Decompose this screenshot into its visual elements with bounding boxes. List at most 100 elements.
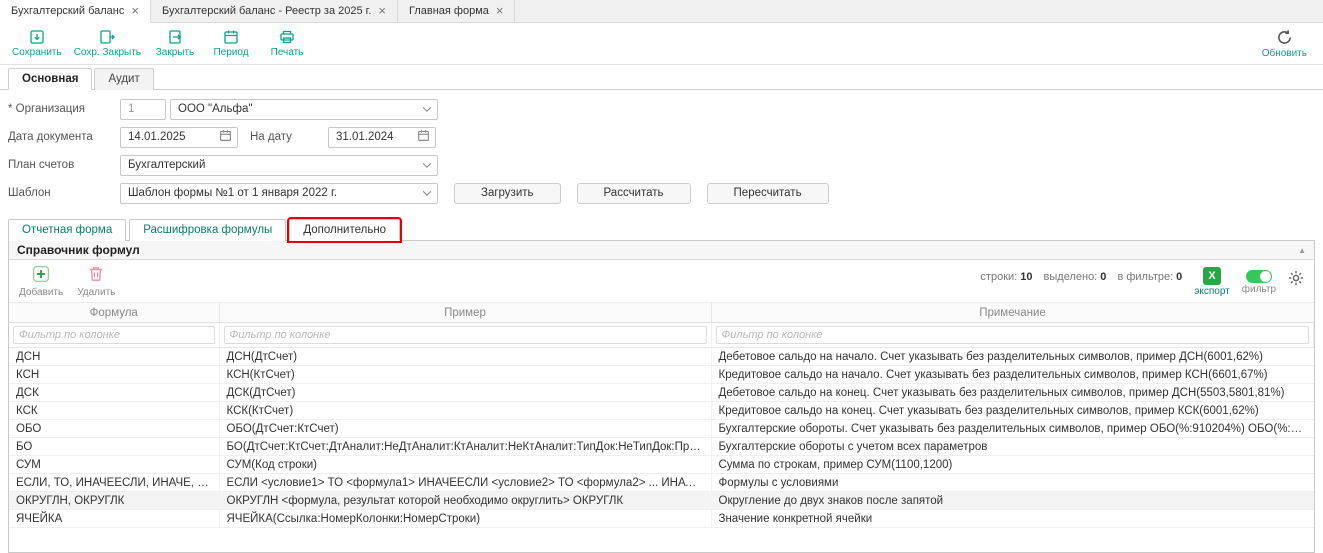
calendar-icon[interactable] xyxy=(219,129,232,145)
filter-row xyxy=(9,323,1314,348)
window-tab-register[interactable]: Бухгалтерский баланс - Реестр за 2025 г. xyxy=(151,0,398,22)
table-cell: Бухгалтерские обороты с учетом всех пара… xyxy=(711,438,1314,456)
table-row[interactable]: ОБООБО(ДтСчет:КтСчет)Бухгалтерские оборо… xyxy=(9,420,1314,438)
table-cell: ДСК(ДтСчет) xyxy=(219,384,711,402)
grid-stats: строки:10 выделено:0 в фильтре:0 xyxy=(980,267,1182,283)
gear-icon[interactable] xyxy=(1288,267,1304,291)
table-cell: ОБО xyxy=(9,420,219,438)
table-cell: ДСН xyxy=(9,348,219,366)
table-row[interactable]: КСККСК(КтСчет)Кредитовое сальдо на конец… xyxy=(9,402,1314,420)
panel-title: Справочник формул xyxy=(17,243,140,257)
table-row[interactable]: ЯЧЕЙКАЯЧЕЙКА(Ссылка:НомерКолонки:НомерСт… xyxy=(9,510,1314,528)
filter-input-note[interactable] xyxy=(716,326,1310,344)
period-button[interactable]: Период xyxy=(203,27,259,60)
column-header-formula[interactable]: Формула xyxy=(9,303,219,323)
chart-of-accounts-select[interactable]: Бухгалтерский xyxy=(120,155,438,176)
organization-code-field[interactable]: 1 xyxy=(120,99,166,120)
load-button[interactable]: Загрузить xyxy=(454,183,561,204)
calendar-icon[interactable] xyxy=(417,129,430,145)
save-icon xyxy=(29,29,45,45)
recalculate-button[interactable]: Пересчитать xyxy=(707,183,829,204)
table-cell: КСН xyxy=(9,366,219,384)
save-close-button[interactable]: Сохр. Закрыть xyxy=(68,27,147,60)
calendar-icon xyxy=(223,29,239,45)
on-date-value: 31.01.2024 xyxy=(336,131,394,143)
column-header-note[interactable]: Примечание xyxy=(711,303,1314,323)
tab-report-form[interactable]: Отчетная форма xyxy=(8,219,126,241)
formula-table-body: ДСНДСН(ДтСчет)Дебетовое сальдо на начало… xyxy=(9,348,1314,528)
table-cell: Дебетовое сальдо на начало. Счет указыва… xyxy=(711,348,1314,366)
tab-formula-decode[interactable]: Расшифровка формулы xyxy=(129,219,286,241)
window-tab-mainform[interactable]: Главная форма xyxy=(398,0,515,22)
chart-of-accounts-value: Бухгалтерский xyxy=(128,159,205,171)
trash-icon xyxy=(87,265,105,286)
printer-icon xyxy=(279,29,295,45)
tab-main[interactable]: Основная xyxy=(8,68,92,90)
close-label: Закрыть xyxy=(156,47,195,58)
column-header-example[interactable]: Пример xyxy=(219,303,711,323)
table-cell: Значение конкретной ячейки xyxy=(711,510,1314,528)
filtered-count: 0 xyxy=(1176,271,1182,283)
table-cell: ДСК xyxy=(9,384,219,402)
table-cell: ЯЧЕЙКА(Ссылка:НомерКолонки:НомерСтроки) xyxy=(219,510,711,528)
filter-input-example[interactable] xyxy=(224,326,707,344)
save-button[interactable]: Сохранить xyxy=(6,27,68,60)
filter-input-formula[interactable] xyxy=(13,326,215,344)
window-tab-balance[interactable]: Бухгалтерский баланс xyxy=(0,0,151,23)
selected-label: выделено: xyxy=(1044,271,1098,283)
table-row[interactable]: СУМСУМ(Код строки)Сумма по строкам, прим… xyxy=(9,456,1314,474)
on-date-field[interactable]: 31.01.2024 xyxy=(328,127,436,148)
table-row[interactable]: ДСНДСН(ДтСчет)Дебетовое сальдо на начало… xyxy=(9,348,1314,366)
table-cell: КСК xyxy=(9,402,219,420)
close-icon[interactable] xyxy=(378,4,386,18)
export-label: экспорт xyxy=(1194,286,1230,297)
table-cell: ДСН(ДтСчет) xyxy=(219,348,711,366)
toggle-on-icon[interactable] xyxy=(1246,270,1272,283)
on-date-label: На дату xyxy=(250,131,328,143)
save-label: Сохранить xyxy=(12,47,62,58)
table-cell: Кредитовое сальдо на начало. Счет указыв… xyxy=(711,366,1314,384)
table-cell: Сумма по строкам, пример СУМ(1100,1200) xyxy=(711,456,1314,474)
collapse-icon[interactable] xyxy=(1298,246,1306,255)
organization-select[interactable]: ООО "Альфа" xyxy=(170,99,438,120)
close-icon[interactable] xyxy=(131,4,139,18)
tab-audit[interactable]: Аудит xyxy=(94,68,153,90)
add-button[interactable]: Добавить xyxy=(19,265,63,298)
table-cell: ЕСЛИ, ТО, ИНАЧЕЕСЛИ, ИНАЧЕ, КОНЕЦ xyxy=(9,474,219,492)
export-button[interactable]: экспорт xyxy=(1194,267,1230,297)
table-row[interactable]: ОКРУГЛН, ОКРУГЛКОКРУГЛН <формула, резуль… xyxy=(9,492,1314,510)
grid-toolbar: Добавить Удалить строки:10 выделено:0 в … xyxy=(9,260,1314,300)
delete-label: Удалить xyxy=(77,287,115,298)
table-header-row: Формула Пример Примечание xyxy=(9,303,1314,323)
table-row[interactable]: КСНКСН(КтСчет)Кредитовое сальдо на начал… xyxy=(9,366,1314,384)
refresh-label: Обновить xyxy=(1262,48,1307,59)
table-row[interactable]: ДСКДСК(ДтСчет)Дебетовое сальдо на конец.… xyxy=(9,384,1314,402)
plus-icon xyxy=(32,265,50,286)
doc-date-label: Дата документа xyxy=(8,131,120,143)
refresh-button[interactable]: Обновить xyxy=(1256,27,1313,61)
calculate-button[interactable]: Рассчитать xyxy=(577,183,691,204)
rows-count: 10 xyxy=(1020,271,1032,283)
organization-value: ООО "Альфа" xyxy=(178,103,252,115)
filter-toggle[interactable]: фильтр xyxy=(1242,267,1276,295)
table-cell: ОБО(ДтСчет:КтСчет) xyxy=(219,420,711,438)
form-row-template: Шаблон Шаблон формы №1 от 1 января 2022 … xyxy=(8,182,1323,204)
table-row[interactable]: ЕСЛИ, ТО, ИНАЧЕЕСЛИ, ИНАЧЕ, КОНЕЦЕСЛИ <у… xyxy=(9,474,1314,492)
delete-button[interactable]: Удалить xyxy=(77,265,115,298)
formula-reference-panel: Справочник формул Добавить Удалить строк… xyxy=(8,241,1315,553)
form-row-chart: План счетов Бухгалтерский xyxy=(8,154,1323,176)
table-row[interactable]: БОБО(ДтСчет:КтСчет:ДтАналит:НеДтАналит:К… xyxy=(9,438,1314,456)
doc-date-field[interactable]: 14.01.2025 xyxy=(120,127,238,148)
window-tabbar: Бухгалтерский баланс Бухгалтерский балан… xyxy=(0,0,1323,23)
door-exit-icon xyxy=(167,29,183,45)
template-value: Шаблон формы №1 от 1 января 2022 г. xyxy=(128,187,337,199)
close-icon[interactable] xyxy=(496,4,504,18)
refresh-icon xyxy=(1276,29,1293,46)
tab-additional[interactable]: Дополнительно xyxy=(289,219,400,241)
rows-label: строки: xyxy=(980,271,1017,283)
period-label: Период xyxy=(213,47,248,58)
table-cell: ЯЧЕЙКА xyxy=(9,510,219,528)
close-button[interactable]: Закрыть xyxy=(147,27,203,60)
template-select[interactable]: Шаблон формы №1 от 1 января 2022 г. xyxy=(120,183,438,204)
print-button[interactable]: Печать xyxy=(259,27,315,60)
